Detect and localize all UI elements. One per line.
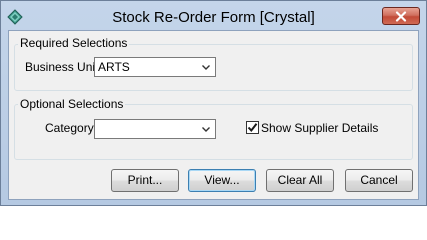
chevron-down-icon [202,65,210,70]
close-icon [395,10,407,22]
show-supplier-label[interactable]: Show Supplier Details [261,121,378,135]
dialog-window: Stock Re-Order Form [Crystal] Required S… [0,0,427,206]
business-unit-dropdown[interactable]: ARTS [94,57,216,77]
business-unit-label: Business Unit [25,60,99,74]
title-bar[interactable]: Stock Re-Order Form [Crystal] [1,1,426,31]
window-title: Stock Re-Order Form [Crystal] [112,9,315,26]
clear-all-button[interactable]: Clear All [266,169,334,192]
checkmark-icon [247,123,258,133]
dialog-client-area: Required Selections Business Unit ARTS O… [8,30,419,200]
print-button[interactable]: Print... [111,169,179,192]
show-supplier-checkbox[interactable] [246,121,259,134]
cancel-button[interactable]: Cancel [345,169,413,192]
view-button[interactable]: View... [188,169,256,192]
close-button[interactable] [382,7,420,25]
required-selections-label: Required Selections [18,36,130,50]
category-label: Category [45,121,94,135]
optional-selections-label: Optional Selections [18,97,126,111]
business-unit-value: ARTS [98,60,130,74]
chevron-down-icon [202,127,210,132]
category-dropdown[interactable] [94,119,216,139]
